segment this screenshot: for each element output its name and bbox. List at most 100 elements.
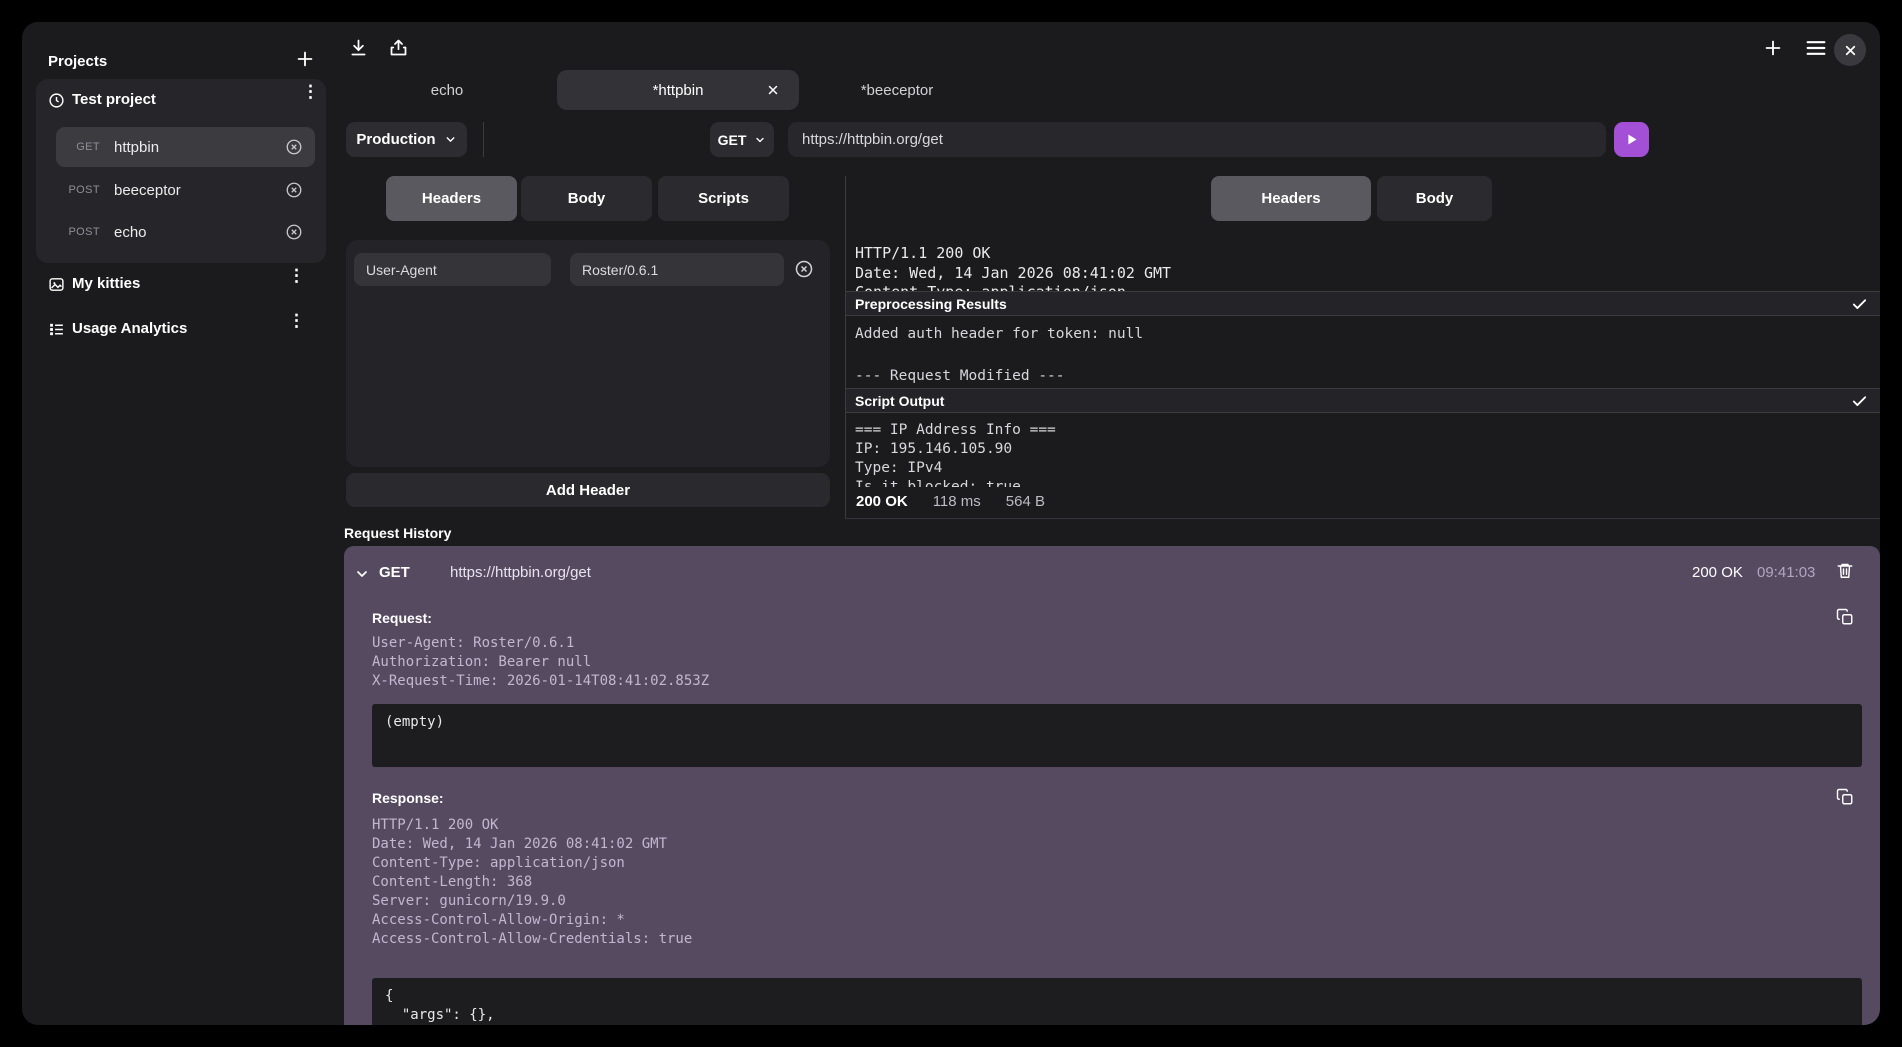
add-header-button[interactable]: Add Header: [346, 473, 830, 507]
new-tab-button[interactable]: [1762, 37, 1784, 59]
add-project-button[interactable]: [294, 48, 316, 70]
copy-icon: [1836, 788, 1854, 806]
request-name: echo: [114, 224, 285, 241]
circle-x-icon: [794, 259, 814, 279]
app-window: Projects Test project ⋮ GET httpbin POST…: [22, 22, 1880, 1025]
history-response-headers: HTTP/1.1 200 OK Date: Wed, 14 Jan 2026 0…: [372, 816, 692, 949]
response-body-block: { "args": {}, "headers": {: [372, 978, 1862, 1025]
tab-label: *httpbin: [653, 82, 704, 99]
circle-x-icon: [285, 181, 303, 199]
history-request-label: Request:: [372, 610, 432, 626]
header-row: [354, 253, 551, 286]
history-request-headers: User-Agent: Roster/0.6.1 Authorization: …: [372, 634, 709, 691]
script-output-text: === IP Address Info === IP: 195.146.105.…: [855, 413, 1880, 487]
status-size: 564 B: [1006, 493, 1045, 510]
trash-icon: [1836, 561, 1854, 580]
history-response-label: Response:: [372, 790, 444, 806]
sidebar-item-httpbin[interactable]: GET httpbin: [56, 127, 315, 167]
check-icon: [1851, 296, 1868, 313]
divider: [845, 518, 1880, 519]
preprocessing-results-header[interactable]: Preprocessing Results: [846, 291, 1880, 316]
copy-response-button[interactable]: [1836, 788, 1854, 806]
history-method: GET: [379, 564, 410, 581]
image-icon: [48, 276, 65, 293]
script-output-header[interactable]: Script Output: [846, 388, 1880, 413]
play-icon: [1624, 132, 1639, 147]
plus-icon: [294, 48, 316, 70]
remove-header-button[interactable]: [794, 259, 814, 279]
sidebar-item-beeceptor[interactable]: POST beeceptor: [56, 170, 315, 210]
tab-response-body[interactable]: Body: [1377, 176, 1492, 221]
response-headers-preview: HTTP/1.1 200 OK Date: Wed, 14 Jan 2026 0…: [855, 244, 1870, 291]
circle-x-icon: [285, 223, 303, 241]
request-name: httpbin: [114, 139, 285, 156]
header-value-cell: [570, 253, 784, 286]
history-time: 09:41:03: [1757, 564, 1815, 581]
share-icon: [388, 37, 409, 58]
export-button[interactable]: [388, 37, 409, 58]
collapse-entry-button[interactable]: [354, 566, 370, 582]
import-button[interactable]: [348, 37, 369, 58]
url-input[interactable]: [788, 122, 1606, 157]
status-code: 200 OK: [856, 493, 908, 510]
close-icon: [767, 84, 779, 96]
circle-x-icon: [285, 138, 303, 156]
status-time: 118 ms: [933, 493, 981, 510]
tab-request-scripts[interactable]: Scripts: [658, 176, 789, 221]
request-name: beeceptor: [114, 182, 285, 199]
preprocessing-results-output: Added auth header for token: null --- Re…: [855, 316, 1880, 387]
chevron-down-icon: [354, 566, 370, 582]
send-button[interactable]: [1614, 122, 1649, 157]
copy-icon: [1836, 608, 1854, 626]
tab-response-headers[interactable]: Headers: [1211, 176, 1371, 221]
project-menu-button[interactable]: ⋮: [302, 89, 319, 95]
header-value-input[interactable]: [570, 253, 784, 286]
download-icon: [348, 37, 369, 58]
close-tab-button[interactable]: [767, 84, 779, 96]
history-url: https://httpbin.org/get: [450, 564, 591, 581]
remove-request-button[interactable]: [285, 223, 303, 241]
method-label: POST: [56, 184, 100, 196]
sidebar-title: Projects: [48, 53, 107, 70]
tab-request-body[interactable]: Body: [521, 176, 652, 221]
project-group-name[interactable]: Test project: [72, 91, 156, 108]
project-group-card: Test project ⋮ GET httpbin POST beecepto…: [36, 79, 326, 263]
script-output-title: Script Output: [855, 393, 944, 409]
sidebar-item-usage-analytics[interactable]: Usage Analytics: [72, 320, 187, 337]
response-body-text: { "args": {}, "headers": {: [372, 978, 1862, 1025]
remove-request-button[interactable]: [285, 181, 303, 199]
my-kitties-menu-button[interactable]: ⋮: [288, 273, 305, 279]
clock-icon: [48, 92, 65, 109]
request-body-text: (empty): [372, 704, 1862, 741]
method-select[interactable]: GET: [710, 122, 774, 157]
tab-echo[interactable]: echo: [367, 70, 527, 110]
usage-analytics-menu-button[interactable]: ⋮: [288, 318, 305, 324]
sidebar-item-echo[interactable]: POST echo: [56, 212, 315, 252]
copy-request-button[interactable]: [1836, 608, 1854, 626]
response-status-bar: 200 OK 118 ms 564 B: [856, 493, 1045, 510]
method-label: POST: [56, 226, 100, 238]
tab-beeceptor[interactable]: *beeceptor: [817, 70, 977, 110]
preprocessing-results-title: Preprocessing Results: [855, 296, 1007, 312]
delete-history-button[interactable]: [1836, 561, 1854, 580]
environment-label: Production: [356, 131, 435, 148]
header-key-input[interactable]: [354, 253, 551, 286]
window-close-button[interactable]: [1834, 34, 1866, 66]
panel-divider: [845, 176, 846, 518]
history-status: 200 OK: [1692, 564, 1743, 581]
hamburger-icon: [1806, 39, 1826, 57]
sidebar-item-my-kitties[interactable]: My kitties: [72, 275, 140, 292]
tab-request-headers[interactable]: Headers: [386, 176, 517, 221]
headers-editor-card: [346, 240, 830, 467]
chevron-down-icon: [444, 133, 457, 146]
request-history-title: Request History: [344, 525, 451, 541]
environment-select[interactable]: Production: [346, 122, 467, 157]
remove-request-button[interactable]: [285, 138, 303, 156]
tab-httpbin[interactable]: *httpbin: [557, 70, 799, 110]
history-entry: GET https://httpbin.org/get 200 OK 09:41…: [344, 546, 1880, 1025]
menu-button[interactable]: [1806, 39, 1826, 57]
divider: [483, 122, 484, 157]
chevron-down-icon: [754, 134, 766, 146]
method-label: GET: [718, 132, 747, 148]
list-icon: [48, 321, 65, 338]
